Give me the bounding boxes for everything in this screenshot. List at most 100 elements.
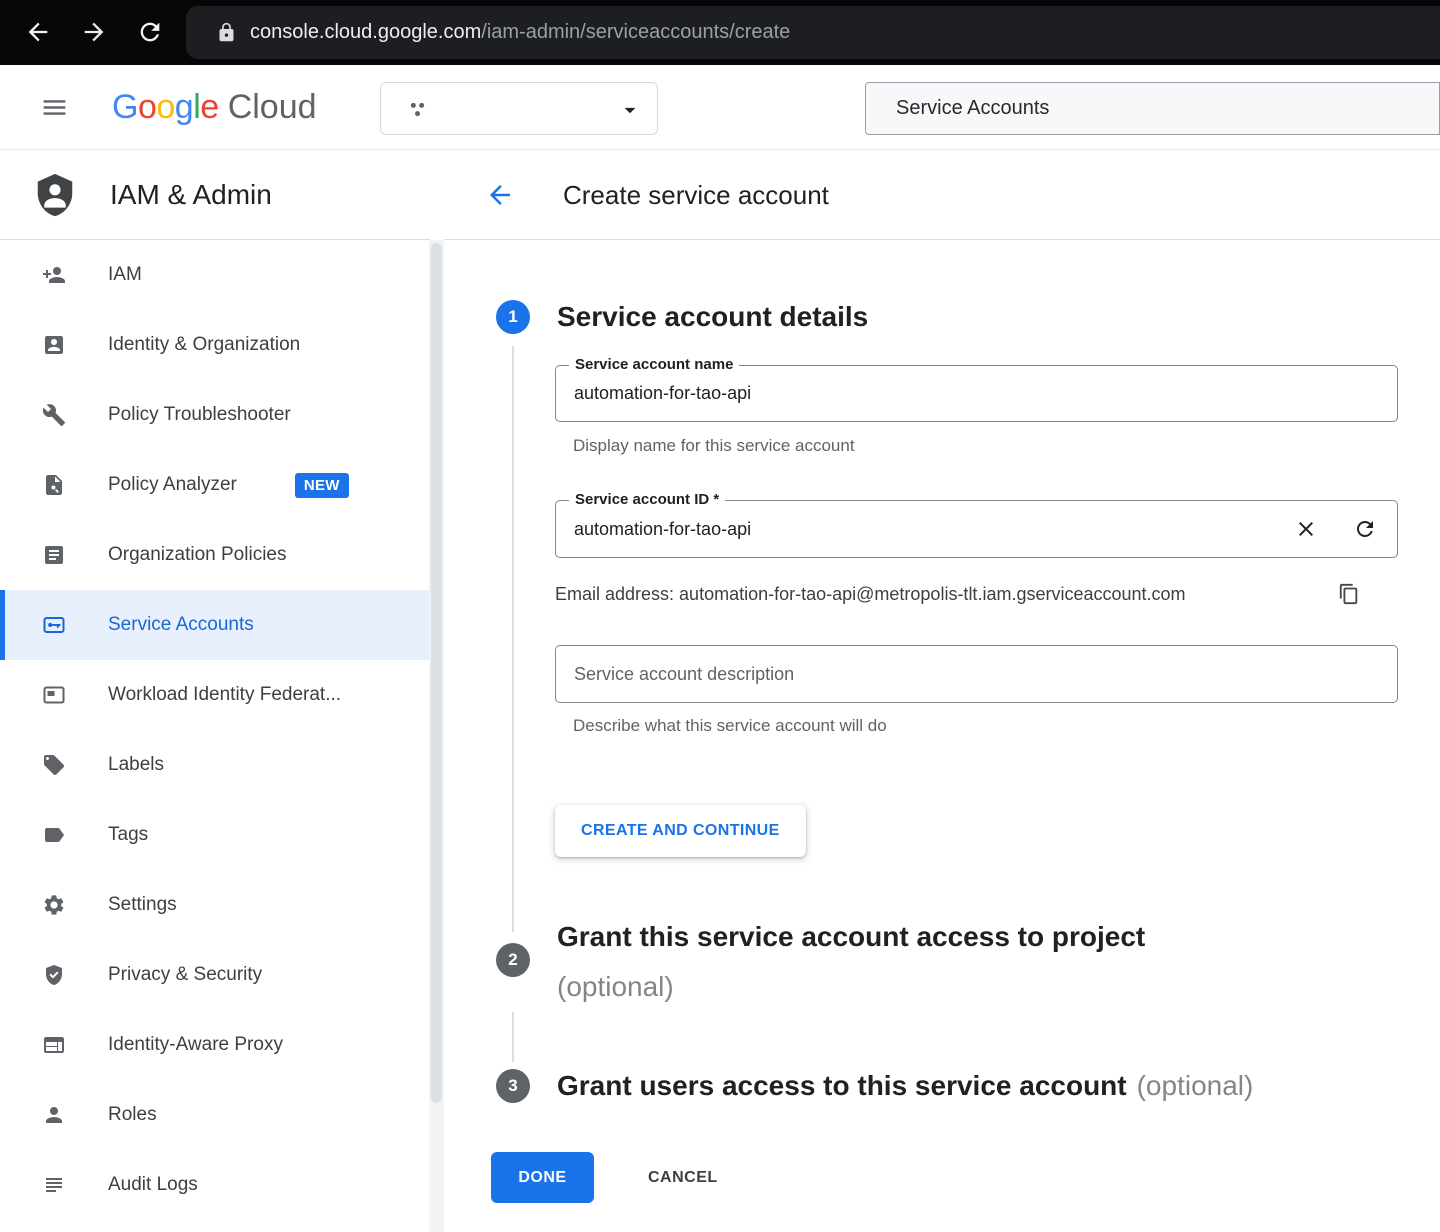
new-badge: NEW [295,473,349,498]
sidebar-item-label: Service Accounts [108,614,254,636]
sidebar-item-label: Labels [108,754,164,776]
step-2-heading-text: Grant this service account access to pro… [557,912,1145,962]
step-3-optional-text: (optional) [1137,1070,1254,1101]
page-title: Create service account [563,150,829,240]
step-2-indicator: 2 [496,943,530,977]
sidebar-item-iam[interactable]: IAM [0,240,429,310]
browser-forward-icon[interactable] [80,18,108,46]
scrollbar-thumb[interactable] [431,243,442,1103]
sidebar-item-settings[interactable]: Settings [0,870,429,940]
tag-icon [42,823,66,847]
browser-reload-icon[interactable] [136,18,164,46]
service-account-id-field: Service account ID * [555,500,1398,558]
clear-icon[interactable] [1294,517,1318,541]
sidebar-item-label: Audit Logs [108,1174,198,1196]
policy-analyzer-icon [42,473,66,497]
step-3-indicator: 3 [496,1069,530,1103]
sidebar-item-labels[interactable]: Labels [0,730,429,800]
list-lines-icon [42,1173,66,1197]
sidebar: IAM & Admin IAM Identity & Organization … [0,150,430,1232]
sidebar-item-label: Roles [108,1104,157,1126]
workload-identity-icon [42,683,66,707]
sidebar-item-organization-policies[interactable]: Organization Policies [0,520,429,590]
step-2-optional-text: (optional) [557,962,1145,1012]
sidebar-item-label: Organization Policies [108,544,286,566]
url-path: /iam-admin/serviceaccounts/create [481,21,790,43]
description-helper-text: Describe what this service account will … [573,716,887,736]
sidebar-item-policy-troubleshooter[interactable]: Policy Troubleshooter [0,380,429,450]
sidebar-item-label: Settings [108,894,177,916]
proxy-icon [42,1033,66,1057]
step-3-heading: Grant users access to this service accou… [557,1069,1253,1103]
person-add-icon [42,263,66,287]
project-selector[interactable] [380,82,658,135]
sidebar-item-label: IAM [108,264,142,286]
step-1-indicator: 1 [496,300,530,334]
step-connector-line [512,346,514,932]
sidebar-item-tags[interactable]: Tags [0,800,429,870]
sidebar-item-workload-identity-federation[interactable]: Workload Identity Federat... [0,660,429,730]
person-icon [42,1103,66,1127]
copy-icon[interactable] [1338,583,1360,605]
step-connector-line [512,1012,514,1062]
url-text: console.cloud.google.com/iam-admin/servi… [250,6,790,59]
service-account-name-field: Service account name [555,365,1398,422]
search-value: Service Accounts [866,83,1439,134]
sidebar-item-roles[interactable]: Roles [0,1080,429,1150]
app-header: Google Cloud Service Accounts [0,65,1440,150]
service-account-icon [42,613,66,637]
chevron-down-icon [617,97,643,123]
google-cloud-logo[interactable]: Google Cloud [112,65,317,150]
name-helper-text: Display name for this service account [573,436,855,456]
url-domain: console.cloud.google.com [250,21,481,43]
logo-letter: l [193,88,200,127]
logo-letter: e [200,88,218,127]
step-1-heading: Service account details [557,300,868,334]
shield-check-icon [42,963,66,987]
menu-icon[interactable] [40,93,69,122]
step-2-heading: Grant this service account access to pro… [557,912,1145,1012]
sidebar-item-label: Policy Analyzer [108,474,237,496]
iam-admin-icon [32,172,78,218]
logo-letter: g [175,88,193,127]
browser-back-icon[interactable] [24,18,52,46]
cancel-button[interactable]: CANCEL [638,1155,728,1201]
sidebar-item-identity-organization[interactable]: Identity & Organization [0,310,429,380]
sidebar-header: IAM & Admin [0,150,430,240]
field-label: Service account ID * [569,490,725,510]
sidebar-item-privacy-security[interactable]: Privacy & Security [0,940,429,1010]
step-3-heading-text: Grant users access to this service accou… [557,1070,1127,1101]
logo-cloud-text: Cloud [228,88,317,127]
sidebar-title: IAM & Admin [110,179,272,211]
done-button[interactable]: DONE [491,1152,594,1203]
sidebar-item-label: Tags [108,824,148,846]
search-input[interactable]: Service Accounts [865,82,1440,135]
project-icon [405,97,430,122]
back-arrow-icon[interactable] [485,180,515,210]
sidebar-item-label: Identity-Aware Proxy [108,1034,283,1056]
sidebar-item-identity-aware-proxy[interactable]: Identity-Aware Proxy [0,1010,429,1080]
service-account-description-input[interactable] [555,645,1398,703]
sidebar-item-label: Workload Identity Federat... [108,684,341,706]
identity-icon [42,333,66,357]
browser-toolbar: console.cloud.google.com/iam-admin/servi… [0,0,1440,65]
sidebar-scrollbar [429,240,444,1232]
regenerate-icon[interactable] [1353,517,1377,541]
document-list-icon [42,543,66,567]
screen: console.cloud.google.com/iam-admin/servi… [0,0,1440,1232]
sidebar-item-label: Policy Troubleshooter [108,404,291,426]
sidebar-item-label: Privacy & Security [108,964,262,986]
create-and-continue-button[interactable]: CREATE AND CONTINUE [555,805,806,857]
main-content: Create service account 1 Service account… [444,150,1440,1232]
gear-icon [42,893,66,917]
sidebar-item-service-accounts[interactable]: Service Accounts [0,590,429,660]
sidebar-item-label: Identity & Organization [108,334,300,356]
wrench-icon [42,403,66,427]
lock-icon [216,22,237,43]
service-account-description-field [555,645,1398,703]
address-bar[interactable]: console.cloud.google.com/iam-admin/servi… [186,6,1440,59]
sidebar-item-audit-logs[interactable]: Audit Logs [0,1150,429,1220]
logo-letter: G [112,88,138,127]
logo-letter: o [156,88,174,127]
sidebar-item-policy-analyzer[interactable]: Policy Analyzer NEW [0,450,429,520]
